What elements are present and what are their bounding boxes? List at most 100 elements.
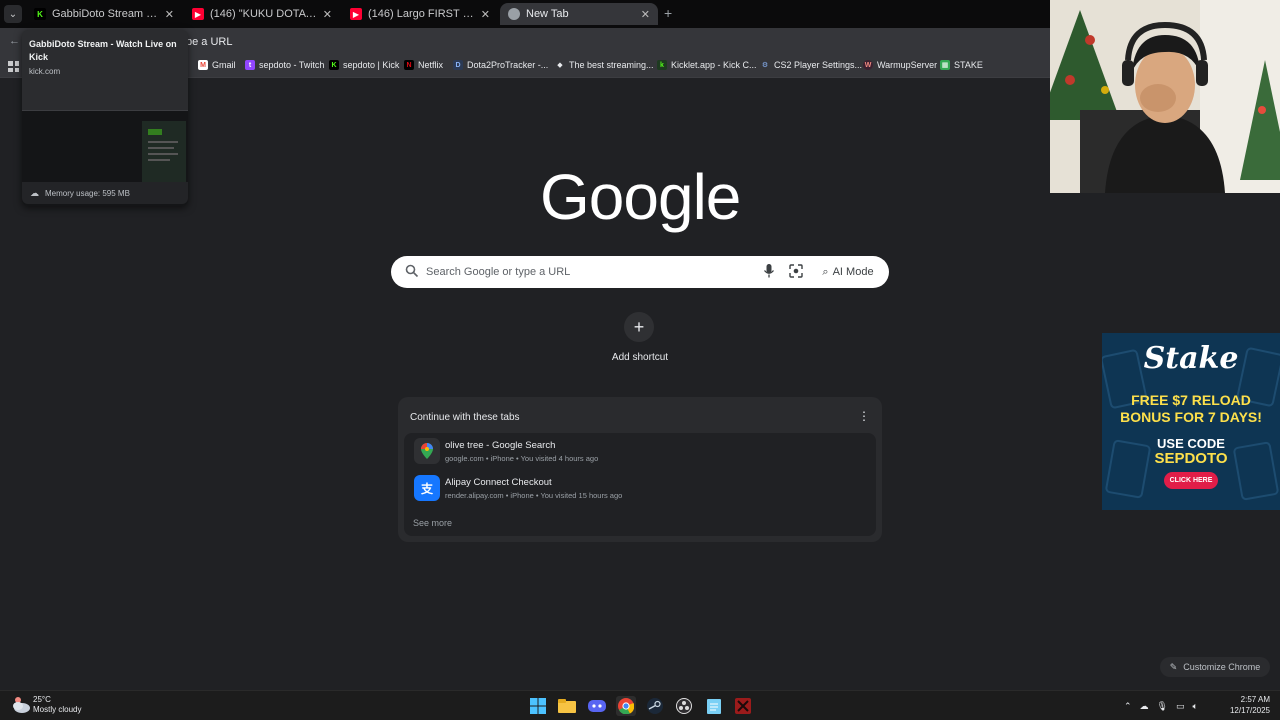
tab-new-tab[interactable]: New Tab ✕ xyxy=(500,3,658,25)
tab-title: (146) "KUKU DOTA GOD FATHER" xyxy=(210,8,317,20)
dota2-icon[interactable] xyxy=(733,696,753,716)
bookmark-stake[interactable]: ▦ STAKE xyxy=(940,60,983,70)
stake-sheet-icon: ▦ xyxy=(940,60,950,70)
close-icon[interactable]: ✕ xyxy=(323,8,332,21)
warmup-icon: W xyxy=(863,60,873,70)
weather-temperature[interactable]: 25°C xyxy=(33,695,51,704)
bookmark-label: sepdoto | Kick xyxy=(343,60,400,70)
bookmark-cs2[interactable]: ⚙ CS2 Player Settings... xyxy=(760,60,862,70)
close-icon[interactable]: ✕ xyxy=(481,8,490,21)
taskbar: 25°C Mostly cloudy ⌃ ☁ 🎙︎ ▭ 🔈︎ 2:57 AM 1… xyxy=(0,690,1280,720)
streaming-icon: ◆ xyxy=(557,62,563,69)
chrome-taskbar-icon[interactable] xyxy=(616,696,636,716)
bookmark-label: Gmail xyxy=(212,60,236,70)
ad-headline-1: FREE $7 RELOAD xyxy=(1131,392,1251,408)
back-arrow-icon[interactable]: ← xyxy=(9,35,20,47)
list-item-title: olive tree - Google Search xyxy=(445,440,556,451)
bookmark-kick[interactable]: Ksepdoto | Kick xyxy=(329,60,399,70)
chevron-down-icon: ⌄ xyxy=(8,8,18,20)
steam-logo xyxy=(647,698,663,714)
add-shortcut-label: Add shortcut xyxy=(611,352,669,363)
plus-icon: + xyxy=(664,5,673,21)
bookmark-warmup[interactable]: W WarmupServer xyxy=(863,60,937,70)
close-icon[interactable]: ✕ xyxy=(641,8,650,21)
ai-mode-button[interactable]: ⌕ AI Mode xyxy=(815,260,881,284)
bookmark-streaming[interactable]: ◆ The best streaming... xyxy=(555,60,654,70)
onedrive-icon[interactable]: ☁ xyxy=(1140,701,1149,712)
notepad-icon[interactable] xyxy=(704,696,724,716)
ai-mode-label: AI Mode xyxy=(832,266,874,278)
tab-search-button[interactable]: ⌄ xyxy=(4,5,22,23)
memory-usage: ☁ Memory usage: 595 MB xyxy=(22,182,188,204)
discord-icon[interactable] xyxy=(587,696,607,716)
ad-code-label: USE CODE xyxy=(1157,436,1225,451)
bookmark-label: Dota2ProTracker -... xyxy=(467,60,549,70)
alipay-icon: 支 xyxy=(414,475,440,501)
ad-click-button[interactable]: CLICK HERE xyxy=(1164,472,1218,489)
bookmark-label: The best streaming... xyxy=(569,60,654,70)
list-item[interactable]: olive tree - Google Search google.com • … xyxy=(410,434,870,468)
close-icon[interactable]: ✕ xyxy=(165,8,174,21)
microphone-icon[interactable] xyxy=(763,263,775,279)
bookmark-twitch[interactable]: t sepdoto - Twitch xyxy=(245,60,324,70)
mic-tray-icon[interactable]: 🎙︎ xyxy=(1157,701,1168,712)
file-explorer-icon[interactable] xyxy=(557,696,577,716)
customize-label: Customize Chrome xyxy=(1183,662,1261,672)
steam-icon[interactable] xyxy=(645,696,665,716)
ad-code: SEPDOTO xyxy=(1154,450,1228,467)
bookmark-label: Netflix xyxy=(418,60,444,70)
search-box[interactable]: Search Google or type a URL ⌕ AI Mode xyxy=(391,256,889,288)
windows-logo xyxy=(530,698,546,714)
weather-cloud-icon[interactable] xyxy=(11,695,31,715)
obs-icon[interactable] xyxy=(674,696,694,716)
bookmark-gmail[interactable]: M Gmail xyxy=(198,60,236,70)
youtube-icon: ▶ xyxy=(192,8,204,20)
discord-graphic xyxy=(588,700,606,712)
dota2-logo xyxy=(735,698,751,714)
ad-headline-2: BONUS FOR 7 DAYS! xyxy=(1120,409,1262,425)
tab-title: GabbiDoto Stream - Watch Live on Kick xyxy=(52,8,159,20)
clock-time[interactable]: 2:57 AM xyxy=(1224,695,1270,704)
chrome-logo xyxy=(618,698,634,714)
weather-description[interactable]: Mostly cloudy xyxy=(33,705,81,714)
list-item[interactable]: 支 Alipay Connect Checkout render.alipay.… xyxy=(410,471,870,505)
omnibox[interactable]: pe a URL xyxy=(186,36,232,48)
google-logo: Google xyxy=(540,161,741,233)
tab-strip: ⌄ K GabbiDoto Stream - Watch Live on Kic… xyxy=(0,0,1050,28)
list-item-subtitle: google.com • iPhone • You visited 4 hour… xyxy=(445,454,599,463)
tray-overflow-chevron-icon[interactable]: ⌃ xyxy=(1124,701,1132,712)
kicklet-icon: k xyxy=(657,60,667,70)
notepad-graphic xyxy=(707,699,721,714)
tab-youtube-kuku[interactable]: ▶ (146) "KUKU DOTA GOD FATHER" ✕ xyxy=(184,3,340,25)
hover-card-title: GabbiDoto Stream - Watch Live on Kick xyxy=(29,39,177,62)
clock-date[interactable]: 12/17/2025 xyxy=(1216,706,1270,715)
bookmark-label: STAKE xyxy=(954,60,983,70)
tab-title: New Tab xyxy=(526,8,569,20)
add-shortcut-button[interactable]: + xyxy=(624,312,654,342)
bookmark-netflix[interactable]: N Netflix xyxy=(404,60,443,70)
stake-ad-banner[interactable]: Stake FREE $7 RELOAD BONUS FOR 7 DAYS! U… xyxy=(1102,333,1280,510)
google-lens-icon[interactable] xyxy=(789,264,803,278)
apps-grid-icon[interactable] xyxy=(8,61,19,72)
map-pin-graphic xyxy=(421,443,433,459)
see-more-link[interactable]: See more xyxy=(413,518,452,528)
hover-card-domain: kick.com xyxy=(29,67,61,76)
volume-icon[interactable]: 🔈︎ xyxy=(1193,701,1198,712)
network-icon[interactable]: ▭ xyxy=(1176,701,1185,712)
windows-start-icon[interactable] xyxy=(528,696,548,716)
bookmark-label: CS2 Player Settings... xyxy=(774,60,863,70)
tab-kick-gabbidoto[interactable]: K GabbiDoto Stream - Watch Live on Kick … xyxy=(26,3,182,25)
bookmark-d2pt[interactable]: D Dota2ProTracker -... xyxy=(453,60,548,70)
bookmark-kicklet[interactable]: k Kicklet.app - Kick C... xyxy=(657,60,757,70)
kick-icon: K xyxy=(329,60,339,70)
new-tab-button[interactable]: + xyxy=(664,5,672,21)
netflix-icon: N xyxy=(404,60,414,70)
search-input[interactable]: Search Google or type a URL xyxy=(426,266,570,278)
google-maps-icon xyxy=(414,438,440,464)
continue-tabs-list: olive tree - Google Search google.com • … xyxy=(404,433,876,536)
tab-youtube-largo[interactable]: ▶ (146) Largo FIRST Gameplay With ✕ xyxy=(342,3,498,25)
customize-chrome-button[interactable]: ✎ Customize Chrome xyxy=(1160,657,1270,677)
plus-icon: + xyxy=(633,316,645,337)
obs-logo xyxy=(676,698,692,714)
more-vert-icon[interactable]: ⋮ xyxy=(858,409,870,423)
